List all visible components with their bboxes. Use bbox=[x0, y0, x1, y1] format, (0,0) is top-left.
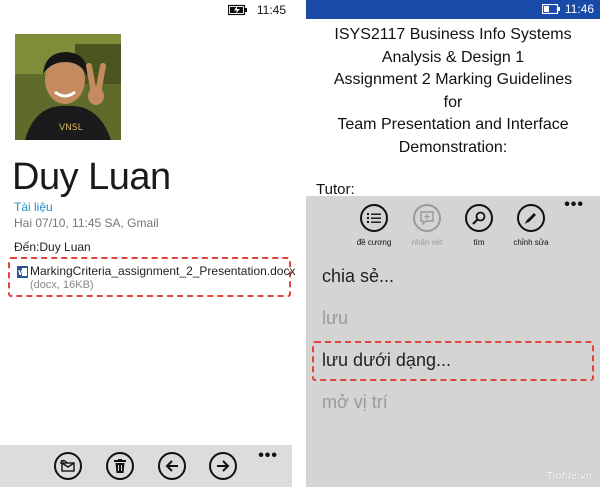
attachment-item[interactable]: W MarkingCriteria_assignment_2_Presentat… bbox=[8, 257, 295, 297]
more-button[interactable]: ••• bbox=[564, 196, 584, 214]
outline-icon bbox=[367, 213, 381, 223]
folder-link[interactable]: Tài liệu bbox=[14, 200, 53, 214]
status-bar: 11:46 bbox=[306, 0, 600, 19]
status-time: 11:46 bbox=[564, 2, 594, 16]
trash-icon bbox=[114, 459, 126, 473]
title-line: Team Presentation and Interface bbox=[337, 116, 569, 133]
more-button[interactable]: ••• bbox=[258, 447, 278, 465]
edit-button[interactable]: chỉnh sửa bbox=[507, 204, 555, 247]
status-bar: 11:45 bbox=[0, 0, 292, 22]
outline-button[interactable]: đề cương bbox=[350, 204, 398, 247]
title-line: Analysis & Design 1 bbox=[381, 48, 525, 66]
email-screen: 11:45 VNSL Duy Luan Tài liệu Hai 07/10, … bbox=[0, 0, 295, 487]
menu-item-share[interactable]: chia sẻ... bbox=[322, 266, 394, 287]
menu-item-save[interactable]: lưu bbox=[322, 308, 348, 329]
contact-name: Duy Luan bbox=[12, 156, 171, 198]
comment-button[interactable]: nhận xét bbox=[403, 204, 451, 247]
title-line: Demonstration: bbox=[398, 138, 508, 156]
reply-button[interactable] bbox=[54, 452, 82, 480]
next-button[interactable] bbox=[209, 452, 237, 480]
svg-text:VNSL: VNSL bbox=[59, 123, 83, 133]
recipient-line: Đến:Duy Luan bbox=[14, 240, 91, 254]
find-label: tìm bbox=[473, 238, 485, 247]
title-line: for bbox=[443, 93, 463, 111]
reply-envelope-icon bbox=[60, 459, 75, 472]
to-label: Đến: bbox=[14, 240, 40, 254]
outline-label: đề cương bbox=[356, 238, 392, 247]
watermark: Tinhte.vn bbox=[546, 471, 592, 482]
find-button[interactable]: tìm bbox=[455, 204, 503, 247]
email-meta: Hai 07/10, 11:45 SA, Gmail bbox=[14, 216, 159, 230]
title-line: ISYS2117 Business Info Systems bbox=[334, 26, 572, 43]
arrow-right-icon bbox=[217, 460, 230, 472]
battery-icon bbox=[542, 4, 560, 14]
document-view[interactable]: ISYS2117 Business Info Systems Analysis … bbox=[306, 19, 600, 199]
title-line: Assignment 2 Marking Guidelines bbox=[333, 71, 573, 88]
comment-icon bbox=[420, 211, 434, 225]
attachment-info: (docx, 16KB) bbox=[30, 279, 94, 291]
avatar: VNSL bbox=[15, 34, 121, 140]
to-name[interactable]: Duy Luan bbox=[39, 240, 90, 254]
status-time: 11:45 bbox=[256, 3, 286, 17]
document-title: ISYS2117 Business Info Systems Analysis … bbox=[306, 24, 600, 159]
document-screen: 11:46 ISYS2117 Business Info Systems Ana… bbox=[306, 0, 600, 487]
edit-label: chỉnh sửa bbox=[513, 238, 549, 247]
app-menu: ••• đề cương nhận xét tìm chỉnh sửa chia… bbox=[306, 196, 600, 487]
battery-charging-icon bbox=[228, 4, 247, 16]
app-bar: ••• bbox=[0, 445, 292, 487]
delete-button[interactable] bbox=[106, 452, 134, 480]
arrow-left-icon bbox=[165, 460, 178, 472]
comment-label: nhận xét bbox=[411, 238, 443, 247]
search-icon bbox=[472, 211, 486, 225]
menu-item-open-location[interactable]: mở vị trí bbox=[322, 392, 388, 413]
word-doc-icon: W bbox=[17, 266, 28, 278]
attachment-filename: MarkingCriteria_assignment_2_Presentatio… bbox=[30, 264, 296, 278]
previous-button[interactable] bbox=[158, 452, 186, 480]
menu-item-save-as[interactable]: lưu dưới dạng... bbox=[322, 350, 451, 371]
edit-icon bbox=[525, 213, 536, 224]
svg-text:W: W bbox=[18, 269, 26, 277]
